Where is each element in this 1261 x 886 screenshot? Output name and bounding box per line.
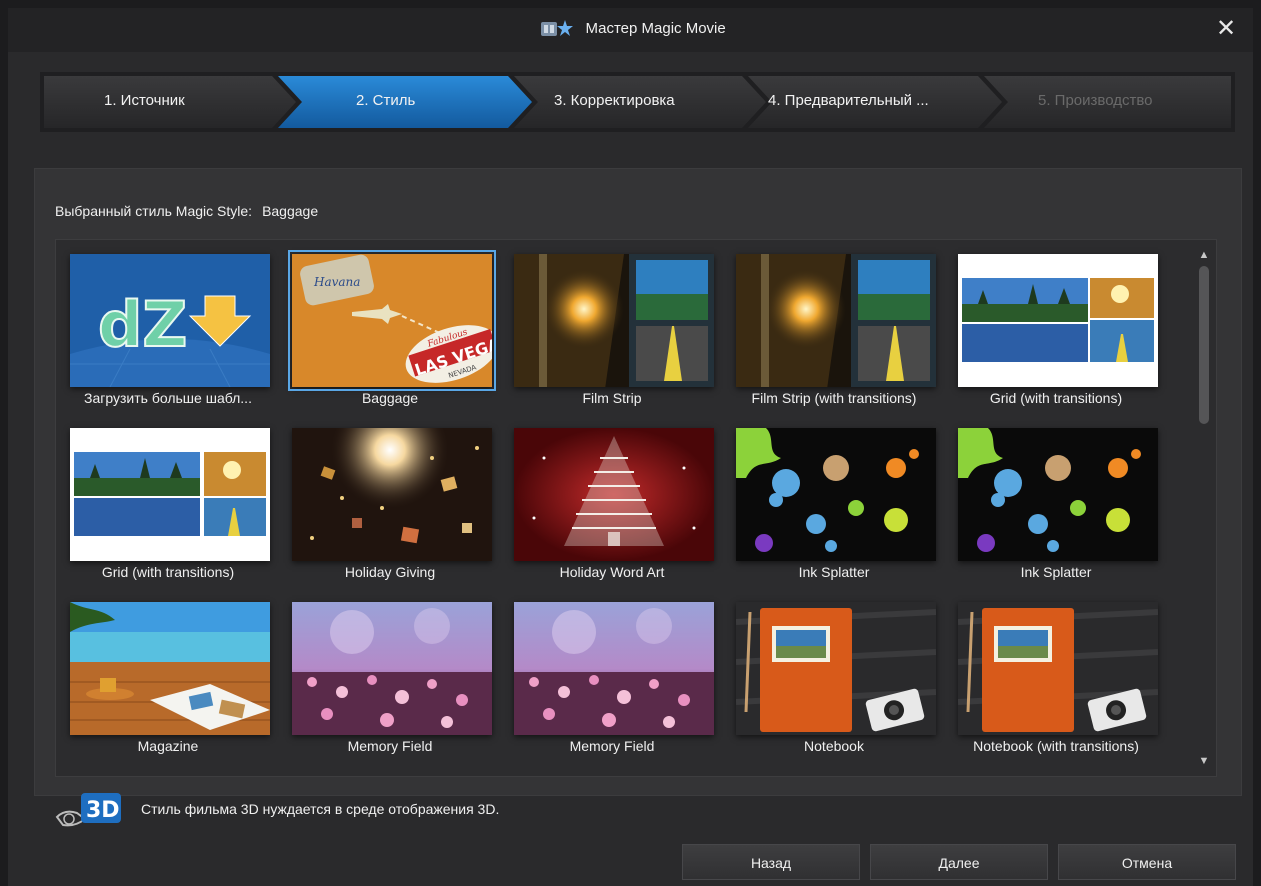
- next-button[interactable]: Далее: [870, 844, 1048, 880]
- svg-text:dZ: dZ: [98, 288, 187, 361]
- window-title: Мастер Magic Movie: [585, 19, 726, 37]
- baggage-thumbnail: Havana LAS VEGAS Fabulous NEVADA: [288, 250, 496, 391]
- ink-splatter-thumbnail: [958, 428, 1158, 561]
- cancel-button[interactable]: Отмена: [1058, 844, 1236, 880]
- style-tile-film-strip[interactable]: Film Strip: [506, 246, 718, 416]
- scrollbar-thumb[interactable]: [1199, 266, 1209, 424]
- style-tile-label: Notebook (with transitions): [973, 738, 1139, 754]
- style-tile-grid-transitions[interactable]: Grid (with transitions): [950, 246, 1162, 416]
- close-icon[interactable]: ✕: [1213, 16, 1239, 42]
- step-produce: 5. Производство: [1038, 92, 1153, 109]
- svg-text:3D: 3D: [86, 798, 120, 823]
- wizard-steps: 1. Источник 2. Стиль 3. Корректировка 4.…: [40, 72, 1235, 132]
- style-tile-label: Baggage: [361, 390, 419, 406]
- scroll-down-arrow-icon[interactable]: ▼: [1196, 754, 1212, 768]
- back-button[interactable]: Назад: [682, 844, 860, 880]
- film-strip-thumbnail: [736, 254, 936, 387]
- style-tile-label: Загрузить больше шабл...: [84, 390, 252, 406]
- style-tile-download-more[interactable]: dZ Загрузить больше шабл...: [62, 246, 274, 416]
- style-tile-label: Grid (with transitions): [101, 564, 235, 580]
- style-tile-holiday-giving[interactable]: Holiday Giving: [284, 420, 496, 590]
- style-tile-label: Holiday Word Art: [559, 564, 665, 580]
- style-tile-notebook-transitions[interactable]: Notebook (with transitions): [950, 594, 1162, 764]
- style-tile-grid-transitions-2[interactable]: Grid (with transitions): [62, 420, 274, 590]
- style-tile-label: Ink Splatter: [798, 564, 870, 580]
- grid-thumbnail: [958, 254, 1158, 387]
- window-title-area: Мастер Magic Movie: [8, 18, 1253, 40]
- style-tile-ink-splatter[interactable]: Ink Splatter: [728, 420, 940, 590]
- style-grid-scrollbar[interactable]: ▲ ▼: [1196, 248, 1212, 768]
- style-grid: dZ Загрузить больше шабл... Havana LAS V…: [55, 239, 1217, 777]
- style-tile-holiday-word-art[interactable]: Holiday Word Art: [506, 420, 718, 590]
- style-tile-film-strip-transitions[interactable]: Film Strip (with transitions): [728, 246, 940, 416]
- step-preview[interactable]: 4. Предварительный ...: [768, 92, 929, 109]
- ink-splatter-thumbnail: [736, 428, 936, 561]
- scroll-up-arrow-icon[interactable]: ▲: [1196, 248, 1212, 262]
- memory-field-thumbnail: [514, 602, 714, 735]
- style-tile-label: Film Strip: [582, 390, 642, 406]
- style-tile-notebook[interactable]: Notebook: [728, 594, 940, 764]
- grid-thumbnail: [70, 428, 270, 561]
- download-more-templates-icon: dZ: [70, 254, 270, 387]
- style-tile-label: Memory Field: [569, 738, 655, 754]
- holiday-giving-thumbnail: [292, 428, 492, 561]
- 3d-info-text: Стиль фильма 3D нуждается в среде отобра…: [141, 801, 500, 817]
- 3d-glasses-icon: 3D: [55, 793, 121, 827]
- style-tile-label: Memory Field: [347, 738, 433, 754]
- style-tile-label: Ink Splatter: [1020, 564, 1092, 580]
- magic-movie-wizard-window: Мастер Magic Movie ✕ 1. Источник 2. Стил…: [8, 8, 1253, 886]
- title-bar: Мастер Magic Movie ✕: [8, 8, 1253, 52]
- style-tile-label: Film Strip (with transitions): [751, 390, 917, 406]
- magic-movie-wizard-icon: [541, 20, 574, 36]
- style-tile-magazine[interactable]: Magazine: [62, 594, 274, 764]
- style-selection-panel: Выбранный стиль Magic Style: Baggage dZ: [34, 168, 1242, 827]
- notebook-thumbnail: [958, 602, 1158, 735]
- notebook-thumbnail: [736, 602, 936, 735]
- step-adjustment[interactable]: 3. Корректировка: [554, 92, 675, 109]
- selected-style-value: Baggage: [262, 203, 319, 219]
- style-tile-label: Magazine: [137, 738, 199, 754]
- step-source[interactable]: 1. Источник: [104, 92, 185, 109]
- style-tile-label: Grid (with transitions): [989, 390, 1123, 406]
- magazine-thumbnail: [70, 602, 270, 735]
- style-tile-ink-splatter-2[interactable]: Ink Splatter: [950, 420, 1162, 590]
- style-tile-label: Notebook: [804, 738, 864, 754]
- selected-style-label: Выбранный стиль Magic Style:: [55, 203, 253, 219]
- film-strip-thumbnail: [514, 254, 714, 387]
- selected-style-row: Выбранный стиль Magic Style: Baggage: [55, 203, 318, 219]
- style-tile-baggage[interactable]: Havana LAS VEGAS Fabulous NEVADA Baggage: [284, 246, 496, 416]
- svg-text:Havana: Havana: [313, 275, 360, 289]
- style-tile-label: Holiday Giving: [344, 564, 436, 580]
- style-tile-memory-field-2[interactable]: Memory Field: [506, 594, 718, 764]
- memory-field-thumbnail: [292, 602, 492, 735]
- step-style[interactable]: 2. Стиль: [356, 92, 415, 109]
- style-tile-memory-field[interactable]: Memory Field: [284, 594, 496, 764]
- holiday-word-art-thumbnail: [514, 428, 714, 561]
